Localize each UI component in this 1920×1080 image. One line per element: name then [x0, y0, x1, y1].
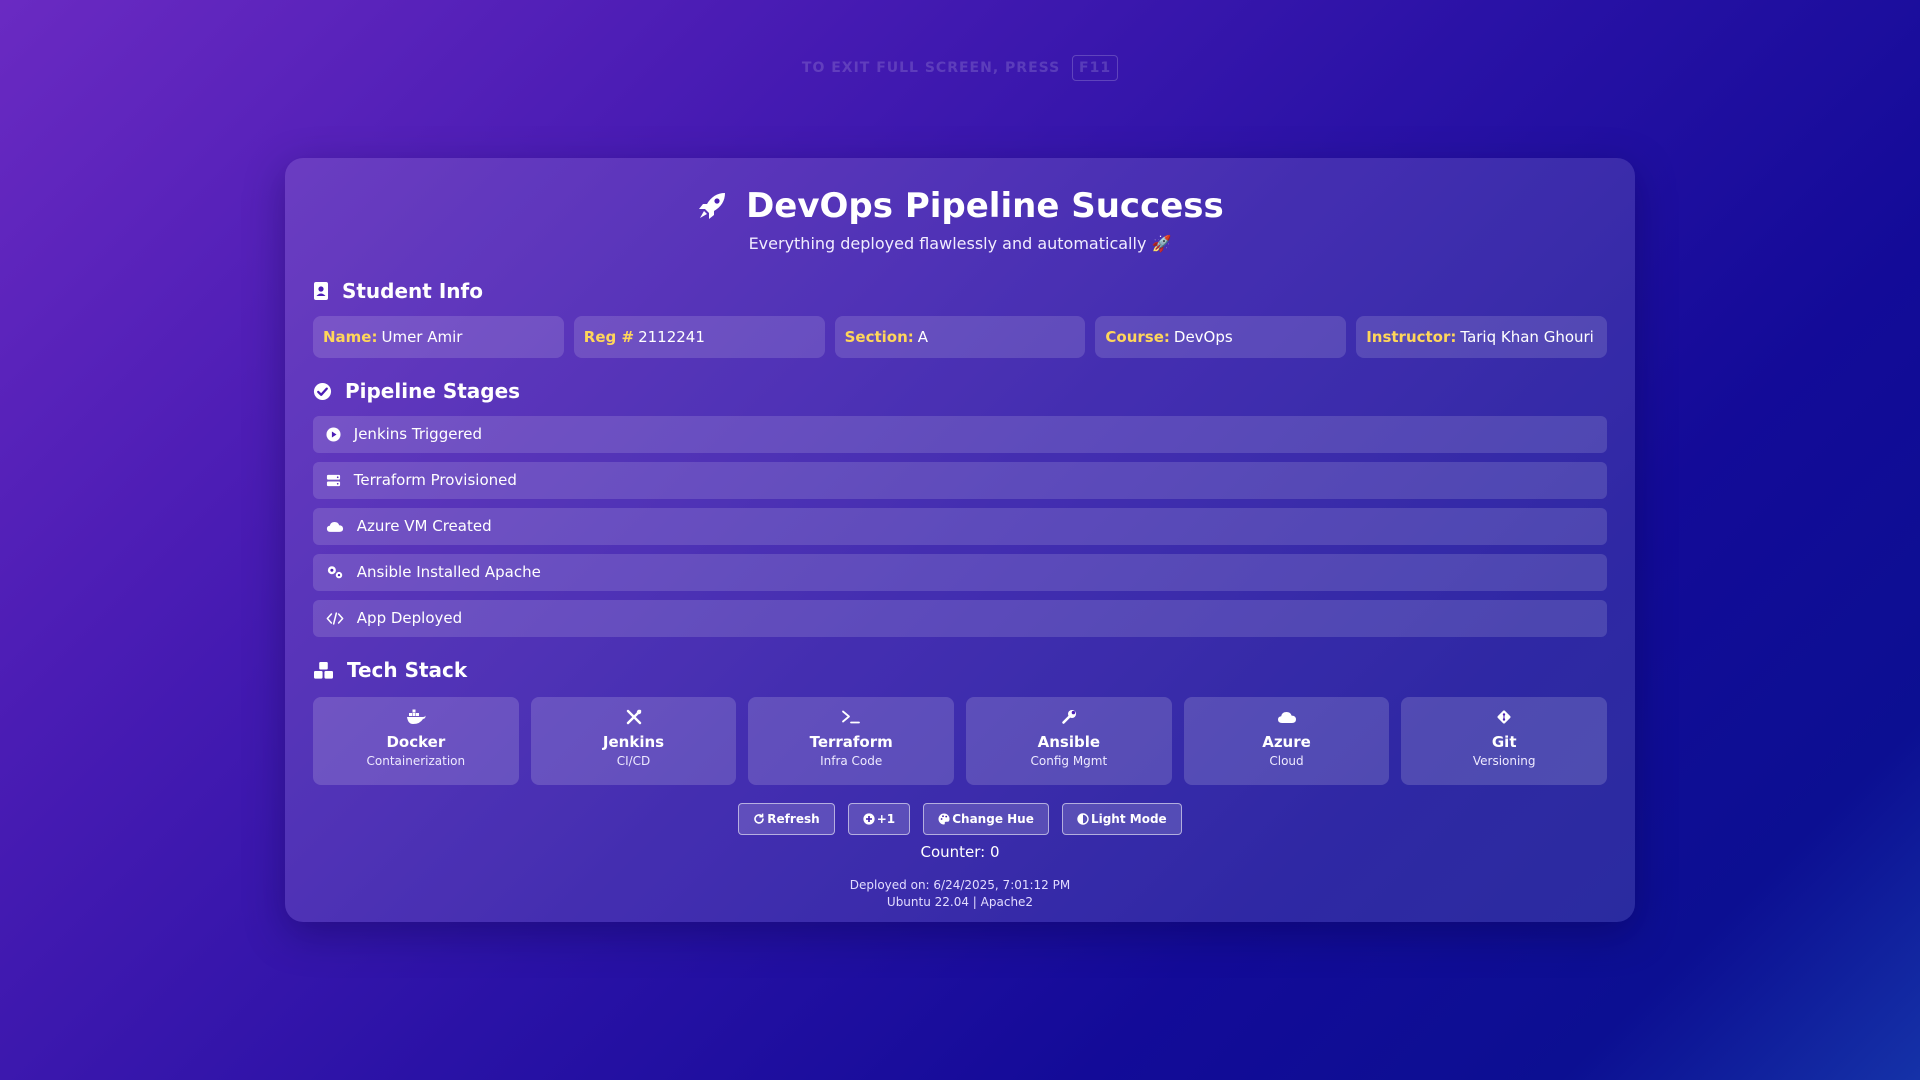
tech-desc: Config Mgmt	[1030, 754, 1108, 768]
tech-card-jenkins: Jenkins CI/CD	[530, 697, 737, 785]
plus-one-button-label: +1	[876, 812, 896, 826]
fullscreen-hint-text: TO EXIT FULL SCREEN, PRESS	[801, 60, 1061, 76]
info-section-value: A	[917, 328, 929, 346]
main-card: DevOps Pipeline Success Everything deplo…	[285, 158, 1635, 922]
pipeline-heading: Pipeline Stages	[313, 376, 1607, 406]
tech-name: Terraform	[809, 733, 893, 751]
student-info-row: Name: Umer Amir Reg #2112241 Section: A Co…	[313, 316, 1607, 358]
light-mode-button[interactable]: Light Mode	[1061, 803, 1182, 835]
stage-app-deployed: App Deployed	[313, 600, 1607, 637]
info-instructor-value: Tariq Khan Ghouri	[1460, 328, 1594, 346]
stage-azure-vm-created: Azure VM Created	[313, 508, 1607, 545]
student-info-heading: Student Info	[313, 276, 1607, 306]
cloud-icon	[1184, 709, 1390, 727]
change-hue-button[interactable]: Change Hue	[923, 803, 1049, 835]
server-icon	[326, 471, 354, 489]
stage-label: Azure VM Created	[356, 517, 492, 535]
stage-label: Jenkins Triggered	[353, 425, 483, 443]
stage-jenkins-triggered: Jenkins Triggered	[313, 416, 1607, 453]
gears-icon	[326, 563, 357, 581]
tech-card-docker: Docker Containerization	[313, 697, 519, 785]
palette-icon	[938, 812, 952, 826]
stage-ansible-installed-apache: Ansible Installed Apache	[313, 554, 1607, 591]
tech-card-ansible: Ansible Config Mgmt	[966, 697, 1172, 785]
plus-circle-icon	[863, 812, 877, 826]
info-name-key: Name:	[323, 328, 378, 346]
rocket-icon	[696, 186, 746, 226]
tech-card-azure: Azure Cloud	[1183, 697, 1390, 785]
tech-name: Jenkins	[602, 733, 665, 751]
change-hue-button-label: Change Hue	[952, 812, 1034, 826]
page-subtitle: Everything deployed flawlessly and autom…	[748, 234, 1172, 253]
footer: Deployed on: 6/24/2025, 7:01:12 PM Ubunt…	[313, 877, 1607, 911]
fullscreen-hint: TO EXIT FULL SCREEN, PRESS F11	[0, 55, 1920, 81]
check-circle-icon	[313, 379, 345, 403]
info-reg-key: Reg #	[583, 328, 635, 346]
page-title: DevOps Pipeline Success	[313, 182, 1607, 230]
play-circle-icon	[326, 425, 354, 443]
info-reg-value: 2112241	[638, 328, 705, 346]
fullscreen-hint-key: F11	[1072, 55, 1119, 81]
tech-stack-row: Docker Containerization Jenkins CI/CD Te…	[313, 697, 1608, 785]
tech-name: Docker	[386, 733, 446, 751]
code-icon	[326, 609, 357, 627]
docker-icon	[313, 709, 519, 727]
id-badge-icon	[313, 279, 342, 303]
refresh-button-label: Refresh	[767, 812, 820, 826]
info-instructor-key: Instructor:	[1366, 328, 1457, 346]
info-course-value: DevOps	[1173, 328, 1233, 346]
environment-info: Ubuntu 22.04 | Apache2	[886, 895, 1034, 909]
light-mode-button-label: Light Mode	[1090, 812, 1167, 826]
tech-stack-heading-text: Tech Stack	[346, 658, 468, 682]
tech-stack-heading: Tech Stack	[313, 655, 1607, 685]
tools-icon	[531, 709, 737, 727]
stage-label: App Deployed	[356, 609, 463, 627]
tech-card-git: Git Versioning	[1401, 697, 1608, 785]
tech-desc: Containerization	[366, 754, 466, 768]
info-section-key: Section:	[844, 328, 914, 346]
tech-desc: Versioning	[1472, 754, 1536, 768]
stage-label: Terraform Provisioned	[353, 471, 517, 489]
stage-label: Ansible Installed Apache	[356, 563, 541, 581]
git-icon	[1401, 709, 1607, 727]
counter-text: Counter: 0	[920, 843, 1000, 861]
action-buttons: Refresh +1 Change Hue Light Mode	[313, 803, 1607, 835]
terminal-icon	[748, 709, 954, 727]
tech-desc: Cloud	[1269, 754, 1304, 768]
pipeline-heading-text: Pipeline Stages	[344, 379, 521, 403]
info-name: Name: Umer Amir	[313, 316, 564, 358]
info-course: Course: DevOps	[1095, 316, 1347, 358]
refresh-icon	[753, 812, 767, 826]
pipeline-stage-list: Jenkins Triggered Terraform Provisioned …	[313, 416, 1607, 637]
info-name-value: Umer Amir	[381, 328, 463, 346]
info-course-key: Course:	[1105, 328, 1170, 346]
refresh-button[interactable]: Refresh	[738, 803, 835, 835]
half-circle-icon	[1077, 812, 1091, 826]
deployed-timestamp: Deployed on: 6/24/2025, 7:01:12 PM	[849, 878, 1071, 892]
student-info-heading-text: Student Info	[341, 279, 483, 303]
cloud-icon	[326, 517, 357, 535]
tech-card-terraform: Terraform Infra Code	[748, 697, 955, 785]
wrench-icon	[966, 709, 1172, 727]
cubes-icon	[313, 658, 347, 682]
tech-name: Ansible	[1037, 733, 1101, 751]
tech-desc: Infra Code	[820, 754, 883, 768]
title-text: DevOps Pipeline Success	[746, 186, 1224, 226]
stage-terraform-provisioned: Terraform Provisioned	[313, 462, 1607, 499]
plus-one-button[interactable]: +1	[847, 803, 911, 835]
info-instructor: Instructor: Tariq Khan Ghouri	[1356, 316, 1607, 358]
info-reg: Reg #2112241	[573, 316, 825, 358]
info-section: Section: A	[834, 316, 1086, 358]
tech-name: Git	[1491, 733, 1517, 751]
tech-name: Azure	[1262, 733, 1311, 751]
tech-desc: CI/CD	[616, 754, 651, 768]
